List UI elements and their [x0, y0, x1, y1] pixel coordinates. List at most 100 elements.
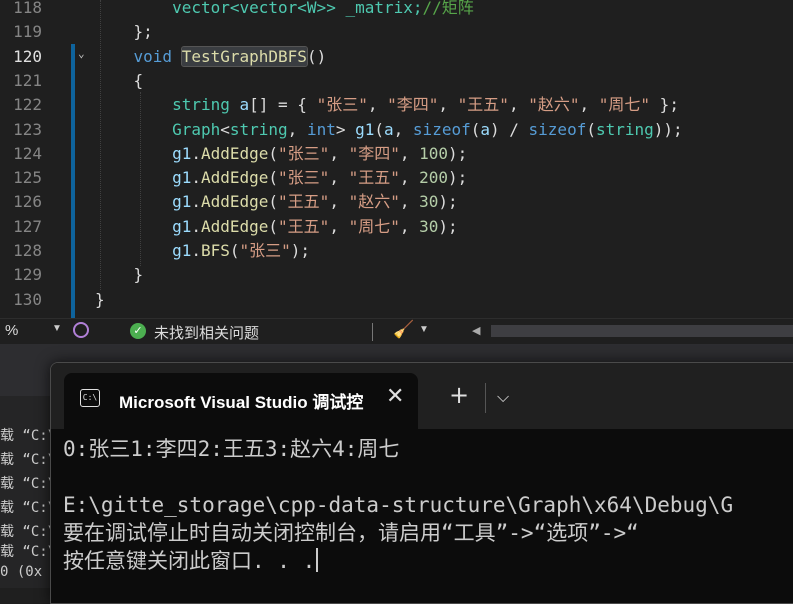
code-text[interactable]: vector<vector<W>> _matrix;//矩阵 — [95, 0, 474, 20]
line-number: 128 — [13, 241, 42, 260]
code-token: ); — [290, 241, 311, 260]
code-line[interactable]: 130} — [0, 288, 793, 312]
check-circle-icon: ✓ — [130, 323, 146, 339]
code-token: "李四" — [348, 143, 400, 163]
code-token: () — [306, 46, 327, 66]
code-token: int — [306, 119, 336, 139]
line-number: 122 — [13, 95, 42, 115]
console-output-line: 要在调试停止时自动关闭控制台，请启用“工具”->“选项”->“ — [63, 521, 639, 545]
code-line[interactable]: 121 { — [0, 69, 793, 93]
line-number: 120 — [13, 46, 42, 66]
code-token: } — [95, 265, 144, 285]
zoom-level[interactable]: % — [5, 322, 18, 339]
code-token: a — [384, 119, 394, 139]
code-text[interactable]: g1.AddEdge("王五", "赵六", 30); — [95, 190, 458, 214]
code-token: ); — [438, 216, 458, 236]
code-token: sizeof — [412, 119, 471, 139]
close-tab-button[interactable]: ✕ — [386, 384, 404, 409]
code-line[interactable]: 128 g1.BFS("张三"); — [0, 239, 793, 263]
code-line[interactable]: 127 g1.AddEdge("王五", "周七", 30); — [0, 215, 793, 239]
code-token: AddEdge — [200, 216, 269, 236]
code-token: ( — [229, 241, 240, 260]
code-token: }; — [650, 95, 679, 115]
issues-status-text[interactable]: 未找到相关问题 — [154, 322, 259, 343]
code-token: ( — [268, 143, 279, 163]
code-token: }; — [95, 22, 153, 42]
code-token: ); — [448, 168, 468, 188]
line-number: 118 — [13, 0, 42, 17]
new-tab-button[interactable]: + — [449, 383, 469, 407]
code-text[interactable]: void TestGraphDBFS() — [95, 45, 326, 69]
code-token: g1 — [172, 168, 192, 188]
divider — [485, 383, 486, 413]
code-line[interactable]: 125 g1.AddEdge("张三", "王五", 200); — [0, 166, 793, 190]
code-token: vector<vector<W>> _matrix; — [95, 0, 423, 17]
code-line[interactable]: 118 vector<vector<W>> _matrix;//矩阵 — [0, 0, 793, 20]
code-token: "王五" — [278, 216, 330, 236]
line-number: 121 — [13, 70, 42, 90]
code-token: > — [335, 119, 356, 139]
line-number: 130 — [13, 289, 42, 309]
code-token: [] = { — [249, 95, 317, 115]
code-token: TestGraphDBFS — [180, 45, 308, 67]
cleanup-dropdown-icon[interactable]: ▼ — [419, 324, 429, 335]
line-number: 123 — [13, 119, 42, 139]
line-number: 124 — [13, 143, 42, 163]
code-token: a — [239, 95, 250, 115]
code-line[interactable]: 124 g1.AddEdge("张三", "李四", 100); — [0, 142, 793, 166]
code-editor[interactable]: ⌄ 118 vector<vector<W>> _matrix;//矩阵 119 … — [0, 0, 793, 318]
code-token: AddEdge — [200, 168, 269, 188]
code-token: 100 — [419, 143, 449, 163]
console-titlebar[interactable]: C:\ Microsoft Visual Studio 调试控 ✕ + ⌵ — [51, 363, 793, 429]
code-token: "李四" — [387, 95, 439, 115]
code-token: "张三" — [278, 143, 330, 163]
divider — [372, 323, 373, 341]
output-line: 载 “C:\ — [0, 500, 57, 516]
code-line[interactable]: 120 void TestGraphDBFS() — [0, 45, 793, 69]
zoom-dropdown-icon[interactable]: ▼ — [52, 323, 62, 334]
code-token: . — [191, 168, 201, 188]
code-cleanup-brush-icon[interactable]: 🧹 — [393, 320, 414, 340]
line-number: 127 — [13, 216, 42, 236]
code-line[interactable]: 119 }; — [0, 20, 793, 44]
code-token: g1 — [172, 192, 192, 212]
code-token: "王五" — [457, 95, 509, 115]
code-token: , — [329, 216, 349, 236]
code-text[interactable]: } — [95, 288, 105, 312]
debug-console-window[interactable]: C:\ Microsoft Visual Studio 调试控 ✕ + ⌵ 0:… — [50, 362, 793, 604]
horizontal-scrollbar[interactable] — [491, 325, 793, 337]
console-output-line: 0:张三1:李四2:王五3:赵六4:周七 — [63, 437, 400, 461]
code-text[interactable]: g1.AddEdge("张三", "王五", 200); — [95, 166, 467, 190]
code-text[interactable]: string a[] = { "张三", "李四", "王五", "赵六", "… — [95, 93, 679, 117]
code-token: 30 — [419, 192, 439, 212]
code-text[interactable]: }; — [95, 20, 153, 44]
terminal-icon: C:\ — [80, 389, 100, 407]
console-tab[interactable]: C:\ Microsoft Visual Studio 调试控 ✕ — [64, 373, 418, 429]
code-token: "赵六" — [348, 192, 400, 212]
code-token: BFS — [200, 241, 230, 260]
code-line[interactable]: 126 g1.AddEdge("王五", "赵六", 30); — [0, 190, 793, 214]
code-text[interactable]: } — [95, 263, 144, 287]
editor-status-bar: % ▼ ✓ 未找到相关问题 🧹 ▼ ◀ — [0, 318, 793, 345]
text-cursor — [316, 548, 319, 572]
code-token: . — [191, 143, 201, 163]
code-token: ( — [586, 119, 596, 139]
code-token: 200 — [419, 168, 449, 188]
code-token: , — [399, 168, 420, 188]
code-text[interactable]: g1.AddEdge("张三", "李四", 100); — [95, 142, 467, 166]
code-line[interactable]: 122 string a[] = { "张三", "李四", "王五", "赵六… — [0, 93, 793, 117]
code-text[interactable]: Graph<string, int> g1(a, sizeof(a) / siz… — [95, 118, 683, 142]
code-line[interactable]: 123 Graph<string, int> g1(a, sizeof(a) /… — [0, 118, 793, 142]
code-text[interactable]: { — [95, 69, 144, 93]
copilot-icon[interactable] — [73, 322, 89, 338]
code-text[interactable]: g1.BFS("张三"); — [95, 239, 310, 263]
code-token: string — [172, 95, 230, 115]
code-token: , — [393, 119, 413, 139]
code-line[interactable]: 129 } — [0, 263, 793, 287]
tab-dropdown-chevron-icon[interactable]: ⌵ — [497, 387, 509, 407]
scroll-left-arrow-icon[interactable]: ◀ — [472, 324, 480, 337]
code-token: void — [133, 46, 173, 66]
code-text[interactable]: g1.AddEdge("王五", "周七", 30); — [95, 215, 458, 239]
